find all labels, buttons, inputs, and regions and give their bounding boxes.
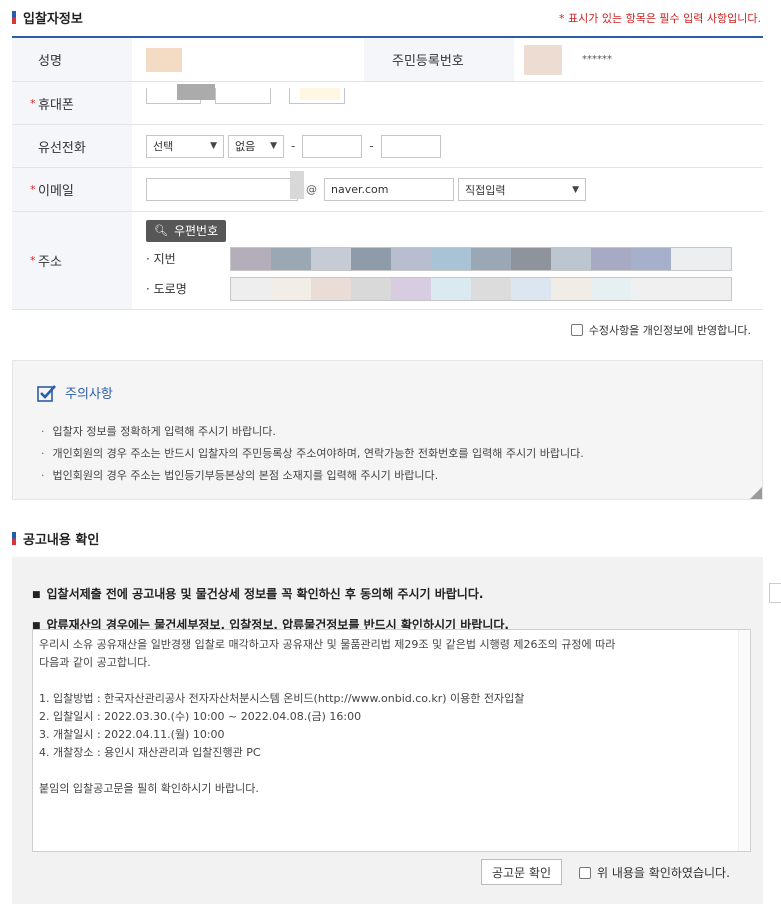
landline-sep: -: [369, 139, 374, 153]
mobile-cell: [132, 82, 763, 124]
chevron-down-icon: ▼: [572, 184, 579, 195]
landline-row: 유선전화 선택 ▼ 없음 ▼ - -: [12, 125, 763, 168]
address-row: 주소 🔍︎ 우편번호 · 지번 · 도로명: [12, 212, 763, 310]
landline-middle-input[interactable]: [302, 134, 363, 158]
announcement-note: 입찰서제출 전에 공고내용 및 물건상세 정보를 꼭 확인하신 후 동의해 주시…: [32, 579, 509, 610]
announcement-line: 1. 입찰방법 : 한국자산관리공사 전자자산처분시스템 온비드(http://…: [39, 692, 525, 705]
bidder-info-table: 성명 주민등록번호 ****** 휴대폰 유선전화 선택 ▼: [12, 36, 763, 310]
rrn-label: 주민등록번호: [364, 38, 514, 81]
side-tab[interactable]: [769, 583, 781, 603]
landline-label: 유선전화: [12, 125, 132, 167]
mobile-row: 휴대폰: [12, 82, 763, 125]
announcement-line: 다음과 같이 공고합니다.: [39, 656, 151, 669]
email-id-redacted: [290, 171, 304, 199]
section-title: 공고내용 확인: [23, 532, 100, 548]
announcement-line: [39, 672, 744, 690]
announcement-panel: 입찰서제출 전에 공고내용 및 물건상세 정보를 꼭 확인하신 후 동의해 주시…: [12, 557, 763, 904]
caution-item: 입찰자 정보를 정확하게 입력해 주시기 바랍니다.: [41, 421, 584, 443]
section-marker-icon: [12, 531, 16, 545]
mobile-prefix-select[interactable]: [146, 84, 215, 104]
road-label: · 도로명: [146, 282, 187, 296]
email-domain-input[interactable]: naver.com: [324, 178, 454, 201]
landline-cell: 선택 ▼ 없음 ▼ - -: [132, 125, 763, 167]
road-address-input[interactable]: [230, 276, 732, 301]
caution-list: 입찰자 정보를 정확하게 입력해 주시기 바랍니다. 개인회원의 경우 주소는 …: [41, 421, 584, 487]
jibun-address-line: · 지번: [146, 246, 732, 272]
reflect-to-profile[interactable]: 수정사항을 개인정보에 반영합니다.: [570, 322, 751, 338]
announcement-line: 우리시 소유 공유재산을 일반경쟁 입찰로 매각하고자 공유재산 및 물품관리법…: [39, 638, 616, 651]
announcement-section-header: 공고내용 확인: [12, 526, 99, 550]
landline-last-input[interactable]: [380, 134, 441, 158]
section-title: 입찰자정보: [23, 11, 83, 27]
email-cell: @ naver.com 직접입력 ▼: [132, 168, 763, 211]
mobile-last-redacted: [300, 88, 340, 100]
road-address-line: · 도로명: [146, 276, 732, 302]
search-icon: 🔍︎: [154, 224, 168, 237]
mobile-last-input[interactable]: [289, 88, 345, 104]
email-label: 이메일: [12, 168, 132, 211]
address-cell: 🔍︎ 우편번호 · 지번 · 도로명: [132, 212, 763, 309]
view-announcement-button[interactable]: 공고문 확인: [481, 859, 563, 885]
name-label: 성명: [12, 38, 132, 81]
rrn-front-redacted: [524, 44, 562, 75]
caution-box: 주의사항 입찰자 정보를 정확하게 입력해 주시기 바랍니다. 개인회원의 경우…: [12, 360, 763, 500]
reflect-checkbox[interactable]: [570, 324, 583, 336]
name-value-redacted: [146, 47, 182, 72]
landline-area-value: 없음: [235, 140, 256, 153]
section-marker-icon: [12, 10, 16, 24]
rrn-masked-value: ******: [582, 54, 612, 65]
email-row: 이메일 @ naver.com 직접입력 ▼: [12, 168, 763, 212]
confirm-label: 위 내용을 확인하였습니다.: [597, 866, 730, 880]
landline-area-select[interactable]: 없음 ▼: [228, 134, 284, 158]
jibun-address-input[interactable]: [230, 246, 732, 271]
zip-search-button[interactable]: 🔍︎ 우편번호: [146, 219, 227, 242]
email-id-input[interactable]: [146, 171, 304, 201]
required-note: * 표시가 있는 항목은 필수 입력 사항입니다.: [558, 12, 761, 25]
announcement-line: 4. 개찰장소 : 용인시 재산관리과 입찰진행관 PC: [39, 746, 261, 759]
announcement-line: 2. 입찰일시 : 2022.03.30.(수) 10:00 ~ 2022.04…: [39, 710, 362, 723]
name-row: 성명 주민등록번호 ******: [12, 38, 763, 82]
landline-sep: -: [291, 139, 296, 153]
chevron-down-icon: ▼: [270, 141, 277, 151]
caution-title: 주의사항: [65, 387, 113, 402]
reflect-label: 수정사항을 개인정보에 반영합니다.: [588, 324, 751, 337]
announcement-line: 3. 개찰일시 : 2022.04.11.(월) 10:00: [39, 728, 225, 741]
corner-fold-icon: [750, 487, 762, 499]
landline-carrier-value: 선택: [153, 140, 174, 153]
caution-header: 주의사항: [37, 383, 113, 402]
mobile-prefix-redacted: [177, 84, 215, 100]
address-label: 주소: [12, 212, 132, 309]
mobile-label: 휴대폰: [12, 82, 132, 124]
caution-item: 법인회원의 경우 주소는 법인등기부등본상의 본점 소재지를 입력해 주시기 바…: [41, 465, 584, 487]
mobile-middle-input[interactable]: [215, 88, 271, 104]
email-domain-select-value: 직접입력: [465, 183, 506, 197]
caution-item: 개인회원의 경우 주소는 반드시 입찰자의 주민등록상 주소여야하며, 연락가능…: [41, 443, 584, 465]
landline-carrier-select[interactable]: 선택 ▼: [146, 134, 224, 158]
jibun-label: · 지번: [146, 252, 176, 266]
announcement-line: 붙임의 입찰공고문을 필히 확인하시기 바랍니다.: [39, 782, 259, 795]
announcement-line: [39, 762, 744, 780]
announcement-textarea[interactable]: 우리시 소유 공유재산을 일반경쟁 입찰로 매각하고자 공유재산 및 물품관리법…: [32, 629, 751, 852]
email-at: @: [306, 183, 317, 196]
name-cell: [132, 38, 364, 81]
confirm-agreement[interactable]: 위 내용을 확인하였습니다.: [579, 864, 730, 881]
bidder-info-section-header: 입찰자정보: [12, 5, 83, 29]
chevron-down-icon: ▼: [210, 141, 217, 151]
checkbox-checked-icon: [37, 384, 56, 402]
email-domain-select[interactable]: 직접입력 ▼: [458, 178, 586, 201]
zip-button-label: 우편번호: [173, 224, 219, 238]
confirm-checkbox[interactable]: [579, 866, 591, 879]
textarea-scrollbar[interactable]: [738, 630, 750, 851]
rrn-cell: ******: [514, 38, 763, 81]
